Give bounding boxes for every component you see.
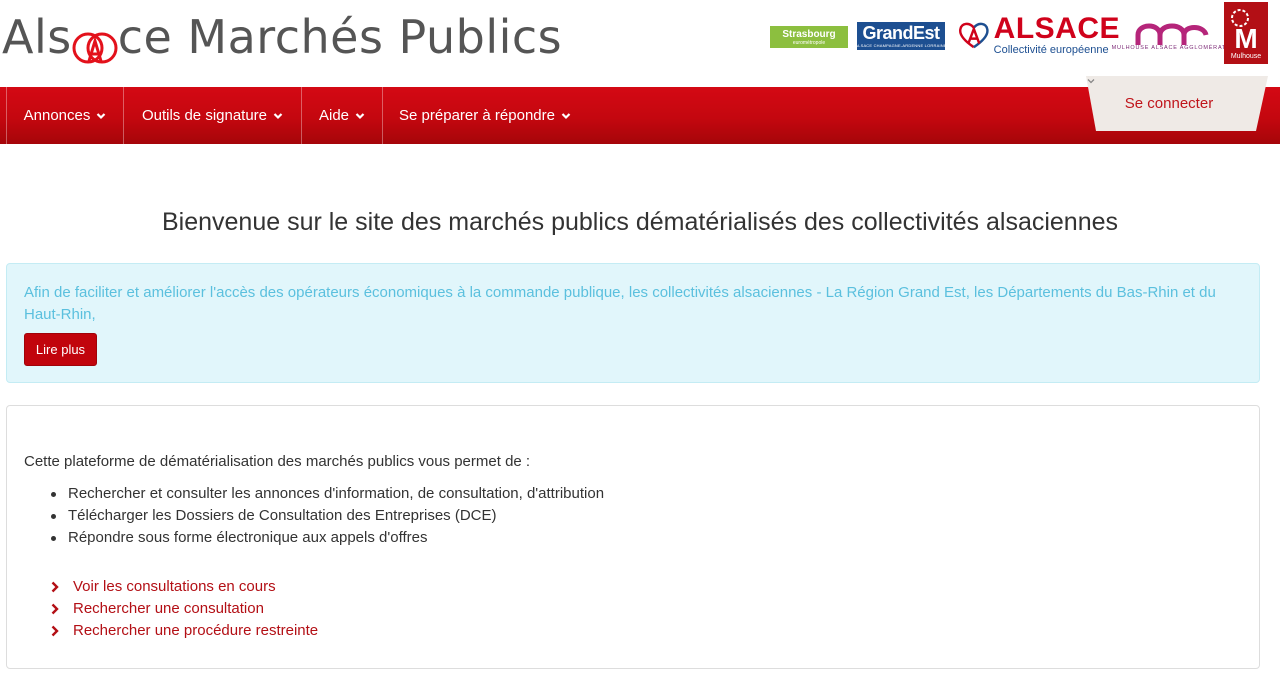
chevron-right-icon	[51, 581, 59, 593]
red-circle-a-mark-icon	[70, 19, 120, 64]
nav-annonces[interactable]: Annonces	[7, 87, 124, 144]
nav-outils-signature[interactable]: Outils de signature	[124, 87, 302, 144]
platform-info-panel: Cette plateforme de dématérialisation de…	[6, 405, 1260, 669]
alert-text: Afin de faciliter et améliorer l'accès d…	[24, 284, 1216, 323]
chevron-down-icon	[97, 112, 106, 119]
chevron-down-icon	[1087, 79, 1095, 84]
chevron-down-icon	[273, 112, 283, 119]
mulhouse-arches-icon	[1135, 23, 1209, 45]
mulhouse-agglo-name: MULHOUSE ALSACE AGGLOMÉRATION	[1111, 44, 1239, 51]
list-item: Télécharger les Dossiers de Consultation…	[50, 505, 604, 527]
list-item: Rechercher et consulter les annonces d'i…	[50, 483, 604, 505]
link-item: Rechercher une procédure restreinte	[49, 620, 318, 642]
alsace-heart-a-icon	[959, 22, 989, 49]
alsace-logo[interactable]: ALSACE Collectivité européenne	[958, 12, 1120, 58]
nav-se-preparer[interactable]: Se préparer à répondre	[383, 87, 587, 144]
alsace-logo-text: ALSACE Collectivité européenne	[993, 12, 1120, 57]
feature-list: Rechercher et consulter les annonces d'i…	[50, 483, 604, 549]
chevron-right-icon	[51, 603, 59, 615]
nav-aide-label: Aide	[318, 107, 350, 124]
grandest-logo-name: GrandEst	[862, 23, 940, 43]
site-title-part2: ce Marchés Publics	[117, 10, 563, 64]
chevron-down-icon	[561, 112, 571, 119]
link-restricted-procedure[interactable]: Rechercher une procédure restreinte	[73, 620, 318, 642]
grandest-logo-sub: ALSACE CHAMPAGNE-ARDENNE LORRAINE	[855, 43, 947, 48]
info-alert: Afin de faciliter et améliorer l'accès d…	[6, 263, 1260, 383]
nav-outils-signature-label: Outils de signature	[141, 107, 268, 124]
link-search-consultation[interactable]: Rechercher une consultation	[73, 598, 264, 620]
nav-se-preparer-label: Se préparer à répondre	[399, 107, 555, 124]
chevron-right-icon	[51, 625, 59, 637]
mulhouse-logo[interactable]: M Mulhouse	[1224, 2, 1268, 64]
link-current-consultations[interactable]: Voir les consultations en cours	[73, 576, 276, 598]
mulhouse-logo-name: Mulhouse	[1230, 53, 1262, 60]
welcome-heading: Bienvenue sur le site des marchés public…	[161, 208, 1119, 236]
alsace-logo-name: ALSACE	[993, 12, 1120, 45]
alsace-logo-sub: Collectivité européenne	[993, 44, 1109, 56]
strasbourg-logo[interactable]: Strasbourg eurométropole	[770, 26, 848, 48]
platform-intro: Cette plateforme de dématérialisation de…	[24, 453, 531, 470]
site-header: Als ce Marchés Publics Strasbourg euromé…	[0, 0, 1280, 87]
quick-links: Voir les consultations en cours Recherch…	[49, 576, 318, 642]
link-item: Rechercher une consultation	[49, 598, 318, 620]
login-label: Se connecter	[1124, 95, 1214, 112]
mulhouse-agglo-logo[interactable]: MULHOUSE ALSACE AGGLOMÉRATION	[1112, 16, 1238, 56]
grandest-logo[interactable]: GrandEst ALSACE CHAMPAGNE-ARDENNE LORRAI…	[855, 22, 947, 50]
site-title[interactable]: Als ce Marchés Publics	[2, 4, 562, 70]
nav-aide[interactable]: Aide	[302, 87, 383, 144]
strasbourg-logo-name: Strasbourg	[782, 28, 836, 40]
strasbourg-logo-sub: eurométropole	[792, 39, 826, 46]
read-more-button[interactable]: Lire plus	[24, 333, 97, 366]
site-title-part1: Als	[2, 10, 72, 64]
login-dropdown[interactable]: Se connecter	[1086, 76, 1268, 131]
gear-icon	[1231, 9, 1249, 27]
chevron-down-icon	[355, 112, 365, 119]
list-item: Répondre sous forme électronique aux app…	[50, 527, 604, 549]
link-item: Voir les consultations en cours	[49, 576, 318, 598]
nav-annonces-label: Annonces	[23, 107, 91, 124]
